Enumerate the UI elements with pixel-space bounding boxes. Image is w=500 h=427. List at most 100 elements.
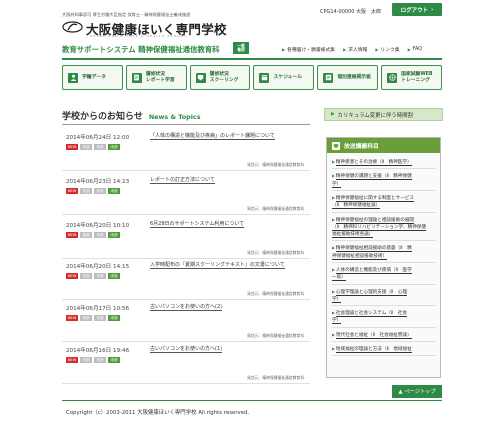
news-date: 2014年06月23日 14:23 <box>66 179 130 185</box>
status-badge: 未読 <box>94 273 106 279</box>
course-line: 福祉援助技術各論） <box>332 232 374 239</box>
nav-exam-training[interactable]: 国家試験WEB トレーニング <box>381 65 442 90</box>
news-title-link[interactable]: 古いパソコンをお使いの方へ(1) <box>150 346 223 354</box>
course-link[interactable]: ▶地域福祉の理論と方法（Ⅱ 地域福祉 <box>332 345 436 354</box>
news-badges: NEW 未読 未読 未読 <box>66 315 120 321</box>
page-top-label: ページトップ <box>404 389 436 395</box>
news-separator <box>62 299 310 300</box>
news-sender: 発信元：精神保健福祉通信教育科 <box>247 375 304 380</box>
course-line: 精神保健福祉に関する制度とサービス <box>335 195 415 202</box>
news-title-link[interactable]: 6月28日のサポートシステム利用について <box>150 221 245 229</box>
nav-label: 国家試験WEB トレーニング <box>401 71 433 83</box>
news-separator <box>62 341 310 342</box>
link-jobs[interactable]: ▶ 求人情報 <box>343 46 367 53</box>
status-badge: 未読 <box>94 357 106 363</box>
news-badges: NEW 未読 未読 未読 <box>66 273 120 279</box>
new-badge: NEW <box>66 144 78 150</box>
course-separator <box>332 240 436 242</box>
course-link[interactable]: ▶精神保健の課題と支援（Ⅱ 精神保健 学） <box>332 172 436 188</box>
news-badges: NEW 重要 未読 未読 <box>66 232 120 238</box>
arrow-up-icon: ▲ <box>398 388 403 395</box>
course-link[interactable]: ▶精神保健福祉相談援助の基盤（Ⅱ 精神保健福祉相談援助技術） <box>332 244 436 260</box>
curriculum-banner[interactable]: ▶ カリキュラム変更に伴う時間割 <box>324 108 443 121</box>
status-badge: 未読 <box>108 315 120 321</box>
new-badge: NEW <box>66 188 78 194</box>
nav-report-status[interactable]: 履修状況 レポート学習 <box>125 65 187 90</box>
status-badge: 未読 <box>80 144 92 150</box>
course-line: 精神疾患とその治療（Ⅱ 精神医学） <box>335 160 412 166</box>
course-link[interactable]: ▶社会理論と社会システム（Ⅱ 社会 学） <box>332 309 436 325</box>
link-forms[interactable]: ▶ 各種届け・願書様式集 <box>282 46 335 53</box>
news-title-link[interactable]: レポートの訂正方法について <box>150 177 215 185</box>
news-separator <box>62 383 310 384</box>
page-top-button[interactable]: ▲ ページトップ <box>392 385 442 398</box>
course-line: 神保健福祉相談援助技術） <box>332 253 388 260</box>
course-link[interactable]: ▶現代社会と福祉（Ⅱ 社会福祉原論） <box>332 331 436 339</box>
status-badge: 重要 <box>80 232 92 238</box>
main-nav: 学籍データ 履修状況 レポート学習 履修状況 スクーリング スケジュール 個別連絡掲… <box>62 65 442 90</box>
news-date: 2014年06月16日 19:46 <box>66 348 130 354</box>
link-label: リンク集 <box>380 48 400 53</box>
news-badges: NEW 未読 未読 未読 <box>66 188 120 194</box>
link-faq[interactable]: ▶ FAQ <box>408 46 422 53</box>
course-line: 一般） <box>332 275 346 282</box>
logout-label: ログアウト <box>400 7 429 14</box>
course-link[interactable]: ▶精神疾患とその治療（Ⅱ 精神医学） <box>332 158 436 166</box>
arrow-right-icon: ▶ <box>332 216 335 222</box>
news-sender: 発信元：精神保健福祉通信教育科 <box>247 162 304 167</box>
arrow-right-icon: ▶ <box>332 346 335 352</box>
news-sender: 発信元：精神保健福祉通信教育科 <box>247 250 304 255</box>
course-line: 学） <box>332 318 342 325</box>
badge-line2: 養成 <box>237 47 245 52</box>
link-label: 各種届け・願書様式集 <box>287 48 336 53</box>
nav-schooling-status[interactable]: 履修状況 スクーリング <box>189 65 251 90</box>
user-info: CPG14-00000 大阪 太郎 <box>320 8 381 15</box>
school-name-en: OSAKA CHILD CARE & HEALTH SCHOOL <box>90 34 188 38</box>
school-logo-icon <box>62 21 83 33</box>
header-license-text: 大阪府知事認可 厚生労働大臣指定 保育士・精神保健福祉士養成施設 <box>62 12 191 17</box>
arrow-right-icon: ▶ <box>343 47 347 52</box>
course-type-badge: 一般 養成 <box>233 42 249 54</box>
course-link[interactable]: ▶人体の構造と機能及び疾病（Ⅱ 医学 一般） <box>332 266 436 282</box>
news-sender: 発信元：精神保健福祉通信教育科 <box>247 206 304 211</box>
course-separator <box>332 189 436 191</box>
course-line: 精神保健の課題と支援（Ⅱ 精神保健 <box>335 174 412 181</box>
news-badges: NEW 未読 未読 未読 <box>66 357 120 363</box>
arrow-right-icon: ▶ <box>332 245 335 251</box>
course-separator <box>332 341 436 343</box>
course-separator <box>332 305 436 307</box>
status-badge: 未読 <box>108 357 120 363</box>
course-link[interactable]: ▶心理学理論と心理的支援（Ⅱ 心理 学） <box>332 288 436 304</box>
news-date: 2014年06月17日 10:56 <box>66 306 130 312</box>
news-separator <box>62 214 310 215</box>
status-badge: 未読 <box>80 188 92 194</box>
course-line: 現代社会と福祉（Ⅱ 社会福祉原論） <box>335 332 412 339</box>
course-line: 地域福祉の理論と方法（Ⅱ 地域福祉 <box>335 347 412 354</box>
course-line: 精神保健福祉の理論と相談援助の展開 <box>335 217 415 224</box>
nav-label: 個別連絡掲示板 <box>337 74 371 80</box>
course-link[interactable]: ▶精神保健福祉の理論と相談援助の展開 （Ⅱ 精神科リハビリテーション学、精神保健福… <box>332 216 436 239</box>
link-label: FAQ <box>412 47 422 52</box>
status-badge: 未読 <box>108 144 120 150</box>
news-title-link[interactable]: 入学時配布の『夏期スクーリングテキスト』の文書について <box>150 262 285 270</box>
news-title-link[interactable]: 「人体の構造と機能及び疾病」のレポート課題について <box>150 133 275 141</box>
report-icon <box>131 72 142 83</box>
news-title-en: News & Topics <box>148 113 201 121</box>
schooling-icon <box>195 72 206 83</box>
course-line: 社会理論と社会システム（Ⅱ 社会 <box>335 311 407 318</box>
news-title-link[interactable]: 古いパソコンをお使いの方へ(2) <box>150 304 223 312</box>
logout-button[interactable]: ログアウト › <box>392 3 442 16</box>
arrow-right-icon: ▶ <box>332 159 335 164</box>
nav-schedule[interactable]: スケジュール <box>253 65 315 90</box>
nav-student-data[interactable]: 学籍データ <box>62 65 123 90</box>
arrow-right-icon: ▶ <box>282 47 286 52</box>
link-links[interactable]: ▶ リンク集 <box>375 46 399 53</box>
copyright: Copyright（c）2003-2011 大阪健康ほいく専門学校 All ri… <box>66 410 250 416</box>
header-divider <box>62 58 442 60</box>
status-badge: 未読 <box>94 232 106 238</box>
course-separator <box>332 326 436 328</box>
broadcast-icon <box>332 141 340 150</box>
nav-message-board[interactable]: 個別連絡掲示板 <box>317 65 379 90</box>
course-link[interactable]: ▶精神保健福祉に関する制度とサービス （Ⅱ 精神保健福祉論） <box>332 194 436 210</box>
status-badge: 未読 <box>80 315 92 321</box>
